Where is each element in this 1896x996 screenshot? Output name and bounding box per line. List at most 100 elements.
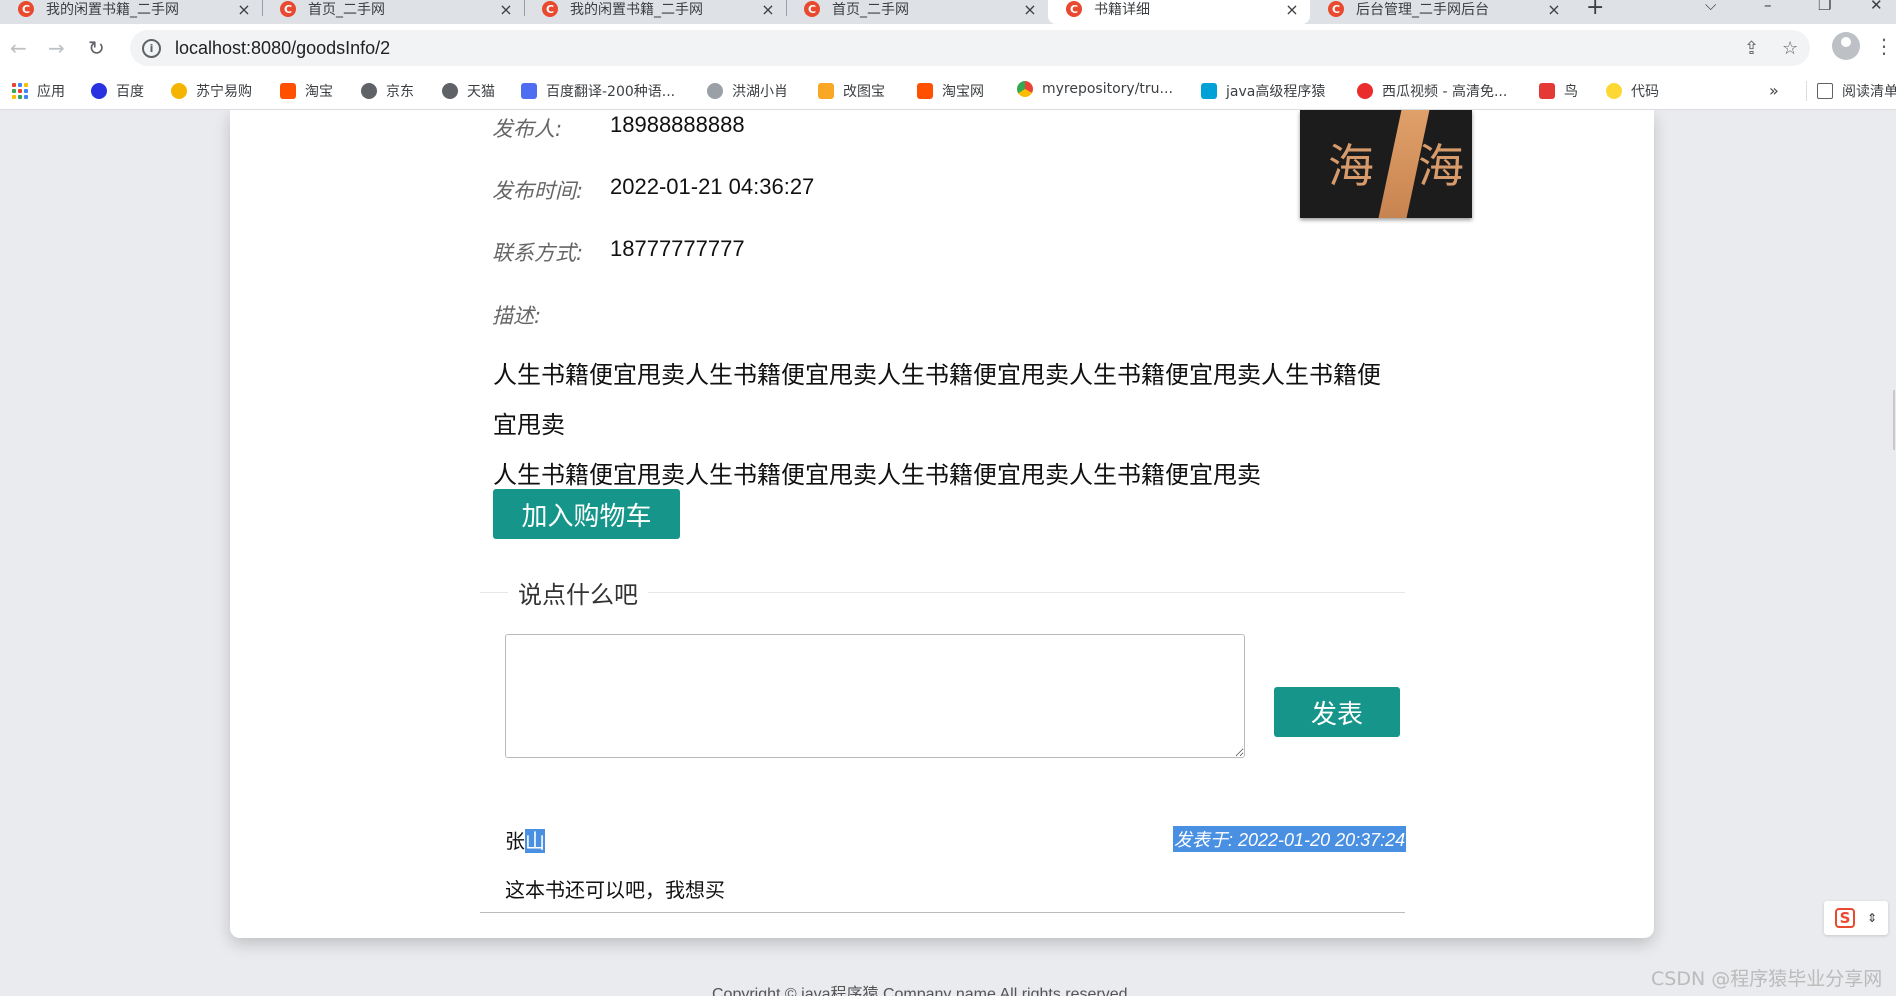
comment-text: 这本书还可以吧，我想买 <box>505 878 725 902</box>
back-arrow-icon[interactable]: ← <box>10 36 27 60</box>
site-favicon-icon: C <box>1328 1 1344 17</box>
site-favicon-icon: C <box>804 1 820 17</box>
tab-close-icon[interactable]: × <box>236 0 252 19</box>
post-comment-button[interactable]: 发表 <box>1274 687 1400 737</box>
tab-6[interactable]: C 后台管理_二手网后台 × <box>1310 0 1572 24</box>
tab-close-icon[interactable]: × <box>760 0 776 19</box>
new-tab-button[interactable]: + <box>1586 0 1604 19</box>
sogou-s-logo-icon: S <box>1834 908 1855 928</box>
minimize-icon[interactable]: – <box>1764 0 1772 14</box>
tab-5-active[interactable]: C 书籍详细 × <box>1048 0 1310 24</box>
bookmark-label: 改图宝 <box>843 84 885 100</box>
comment-author: 张山 <box>505 825 545 854</box>
forward-arrow-icon[interactable]: → <box>48 36 65 60</box>
profile-avatar-icon[interactable] <box>1832 32 1860 60</box>
globe-icon <box>361 83 377 99</box>
bookmark-star-icon[interactable]: ☆ <box>1782 38 1798 59</box>
bookmark-taobao[interactable]: 淘宝 <box>280 81 333 101</box>
bookmark-label: 京东 <box>386 84 414 100</box>
tab-title: 首页_二手网 <box>308 2 385 18</box>
bookmark-label: java高级程序猿 <box>1226 84 1326 100</box>
bookmark-label: 天猫 <box>467 84 495 100</box>
tab-4[interactable]: C 首页_二手网 × <box>786 0 1048 24</box>
taobao-icon <box>917 83 933 99</box>
tab-1[interactable]: C 我的闲置书籍_二手网 × <box>0 0 262 24</box>
reload-icon[interactable]: ↻ <box>88 36 105 60</box>
tab-close-icon[interactable]: × <box>1546 0 1562 19</box>
bookmark-xigua[interactable]: 西瓜视频 - 高清免... <box>1357 81 1507 101</box>
publish-time-label: 发布时间: <box>492 179 584 203</box>
bookmark-baidu-translate[interactable]: 百度翻译-200种语... <box>521 81 675 101</box>
tab-strip: C 我的闲置书籍_二手网 × C 首页_二手网 × C 我的闲置书籍_二手网 ×… <box>0 0 1896 24</box>
bookmarks-overflow-chevron-icon[interactable]: » <box>1769 81 1779 100</box>
address-bar[interactable]: i localhost:8080/goodsInfo/2 ⇪ ☆ <box>130 30 1810 66</box>
tab-close-icon[interactable]: × <box>498 0 514 19</box>
tab-close-icon[interactable]: × <box>1022 0 1038 19</box>
book-cover-title: 海 <box>1418 139 1464 193</box>
site-favicon-icon: C <box>280 1 296 17</box>
reading-list-label: 阅读清单 <box>1842 84 1896 100</box>
reading-list[interactable]: 阅读清单 <box>1806 81 1896 101</box>
bookmark-honghu[interactable]: 洪湖小肖 <box>707 81 788 101</box>
tab-title: 书籍详细 <box>1094 2 1150 18</box>
suning-lion-icon <box>171 83 187 99</box>
bookmark-label: 百度 <box>116 84 144 100</box>
description-line: 人生书籍便宜甩卖人生书籍便宜甩卖人生书籍便宜甩卖人生书籍便宜甩卖人生书籍便宜甩卖 <box>493 361 1381 439</box>
comment-input[interactable] <box>505 634 1245 758</box>
bird-icon <box>707 83 723 99</box>
description-text: 人生书籍便宜甩卖人生书籍便宜甩卖人生书籍便宜甩卖人生书籍便宜甩卖人生书籍便宜甩卖… <box>493 350 1403 500</box>
bookmark-tmall[interactable]: 天猫 <box>442 81 495 101</box>
page-footer: Copyright © java程序猿 Company name All rig… <box>712 986 1128 996</box>
publisher-value: 18988888888 <box>610 112 745 137</box>
window-close-icon[interactable]: ✕ <box>1870 0 1883 14</box>
bookmark-label: 西瓜视频 - 高清免... <box>1382 84 1508 100</box>
bookmarks-bar: 应用 百度 苏宁易购 淘宝 京东 天猫 百度翻译-200种语... 洪湖小肖 改… <box>0 72 1896 110</box>
comment-author-first: 张 <box>505 829 525 853</box>
url-text[interactable]: localhost:8080/goodsInfo/2 <box>175 38 390 59</box>
tab-search-chevron-icon[interactable]: ⌵ <box>1705 0 1716 14</box>
scrollbar-thumb[interactable] <box>1893 390 1895 450</box>
xigua-icon <box>1357 83 1373 99</box>
site-info-icon[interactable]: i <box>142 38 161 58</box>
comment-legend: 说点什么吧 <box>508 575 648 610</box>
book-cover-title: 海 <box>1328 139 1374 193</box>
bookmark-apps[interactable]: 应用 <box>12 81 65 101</box>
bookmark-label: 洪湖小肖 <box>732 84 788 100</box>
bilibili-tv-icon <box>1201 83 1217 99</box>
tab-close-icon[interactable]: × <box>1284 0 1300 19</box>
bookmark-jd[interactable]: 京东 <box>361 81 414 101</box>
bookmark-gaitubao[interactable]: 改图宝 <box>818 81 885 101</box>
comment-divider <box>480 912 1405 913</box>
floating-tool-widget[interactable]: S ⇕ <box>1824 901 1888 935</box>
bookmark-java[interactable]: java高级程序猿 <box>1201 81 1325 101</box>
bookmark-taobao-net[interactable]: 淘宝网 <box>917 81 984 101</box>
taobao-icon <box>280 83 296 99</box>
bookmark-label: 淘宝 <box>305 84 333 100</box>
site-favicon-icon: C <box>1066 1 1082 17</box>
contact-label: 联系方式: <box>492 241 584 265</box>
apps-grid-icon <box>12 83 28 99</box>
book-cover-image: 海 海 <box>1300 110 1472 218</box>
tab-title: 我的闲置书籍_二手网 <box>570 2 703 18</box>
bookmark-suning[interactable]: 苏宁易购 <box>171 81 252 101</box>
bookmark-label: 苏宁易购 <box>196 84 252 100</box>
widget-arrows-icon[interactable]: ⇕ <box>1867 911 1877 925</box>
restore-icon[interactable]: ❐ <box>1818 0 1831 14</box>
tab-2[interactable]: C 首页_二手网 × <box>262 0 524 24</box>
browser-menu-icon[interactable]: ⋮ <box>1874 34 1894 58</box>
baidu-translate-icon <box>521 83 537 99</box>
share-icon[interactable]: ⇪ <box>1744 38 1759 59</box>
bookmark-code[interactable]: 代码 <box>1606 81 1659 101</box>
bookmark-myrepository[interactable]: myrepository/tru... <box>1017 81 1173 97</box>
bookmark-bird[interactable]: 鸟 <box>1539 81 1578 101</box>
add-to-cart-button[interactable]: 加入购物车 <box>493 489 680 539</box>
bookmark-label: 代码 <box>1631 84 1659 100</box>
contact-value: 18777777777 <box>610 236 745 261</box>
baidu-paw-icon <box>91 83 107 99</box>
description-label: 描述: <box>492 304 542 328</box>
bookmark-label: myrepository/tru... <box>1042 81 1173 97</box>
book-detail-card: 发布人: 18988888888 发布时间: 2022-01-21 04:36:… <box>230 110 1654 938</box>
bookmark-label: 鸟 <box>1564 84 1578 100</box>
tab-3[interactable]: C 我的闲置书籍_二手网 × <box>524 0 786 24</box>
bookmark-baidu[interactable]: 百度 <box>91 81 144 101</box>
